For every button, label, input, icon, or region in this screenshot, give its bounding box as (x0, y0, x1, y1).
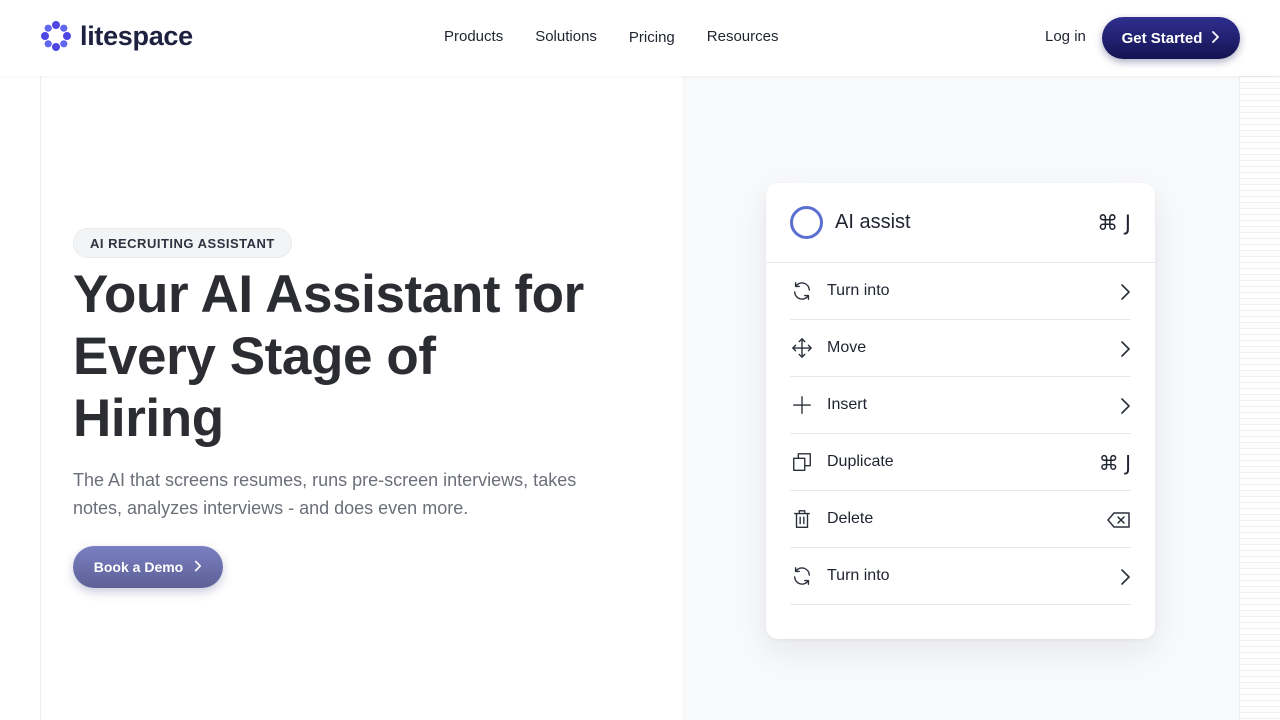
ai-ring-icon (790, 206, 823, 239)
refresh-icon (790, 279, 814, 303)
chevron-right-icon (1210, 30, 1220, 46)
trash-icon (790, 507, 814, 531)
move-icon (790, 336, 814, 360)
refresh-icon (790, 564, 814, 588)
chevron-right-icon (1119, 263, 1131, 320)
menu-item-delete[interactable]: Delete (790, 491, 1131, 548)
menu-item-turn-into[interactable]: Turn into (790, 263, 1131, 320)
book-demo-label: Book a Demo (93, 559, 184, 575)
site-header: litespace Products Solutions Pricing Res… (0, 0, 1280, 76)
menu-item-label: Turn into (827, 282, 890, 299)
book-demo-button[interactable]: Book a Demo (73, 546, 223, 588)
ai-assist-title: AI assist (835, 211, 911, 233)
logo-text: litespace (80, 20, 193, 51)
ai-assist-menu: AI assist ⌘ J Turn into Move Insert Dupl… (766, 183, 1155, 639)
hero-title: Your AI Assistant for Every Stage of Hir… (73, 265, 584, 448)
hero-subtitle: The AI that screens resumes, runs pre-sc… (73, 470, 577, 518)
chevron-right-icon (193, 559, 202, 575)
chevron-right-icon (1119, 548, 1131, 605)
hero-badge: AI RECRUITING ASSISTANT (73, 228, 292, 258)
menu-item-label: Delete (827, 510, 874, 527)
ai-assist-shortcut: ⌘ J (1097, 211, 1131, 235)
menu-item-move[interactable]: Move (790, 320, 1131, 377)
logo-link[interactable]: litespace (40, 20, 193, 52)
backspace-icon (1107, 491, 1131, 548)
menu-item-label: Insert (827, 396, 868, 413)
menu-item-label: Turn into (827, 567, 890, 584)
menu-item-insert[interactable]: Insert (790, 377, 1131, 434)
duplicate-shortcut: ⌘ J (1098, 450, 1131, 475)
get-started-label: Get Started (1121, 29, 1203, 47)
menu-item-label: Duplicate (827, 453, 894, 470)
logo-flower-icon (41, 21, 71, 51)
nav-products[interactable]: Products (444, 28, 503, 45)
menu-item-label: Move (827, 339, 867, 356)
nav-pricing[interactable]: Pricing (629, 29, 675, 46)
main-nav: Products Solutions Pricing Resources (444, 28, 810, 46)
decorative-stripes (1240, 76, 1280, 720)
nav-resources[interactable]: Resources (707, 28, 779, 45)
nav-solutions[interactable]: Solutions (535, 28, 597, 45)
duplicate-icon (790, 450, 814, 474)
ai-assist-header[interactable]: AI assist ⌘ J (766, 183, 1155, 263)
login-link[interactable]: Log in (1045, 28, 1086, 45)
plus-icon (790, 393, 814, 417)
chevron-right-icon (1119, 320, 1131, 377)
get-started-button[interactable]: Get Started (1102, 17, 1240, 59)
menu-item-duplicate[interactable]: Duplicate ⌘ J (790, 434, 1131, 491)
menu-item-turn-into-2[interactable]: Turn into (790, 548, 1131, 605)
chevron-right-icon (1119, 377, 1131, 434)
